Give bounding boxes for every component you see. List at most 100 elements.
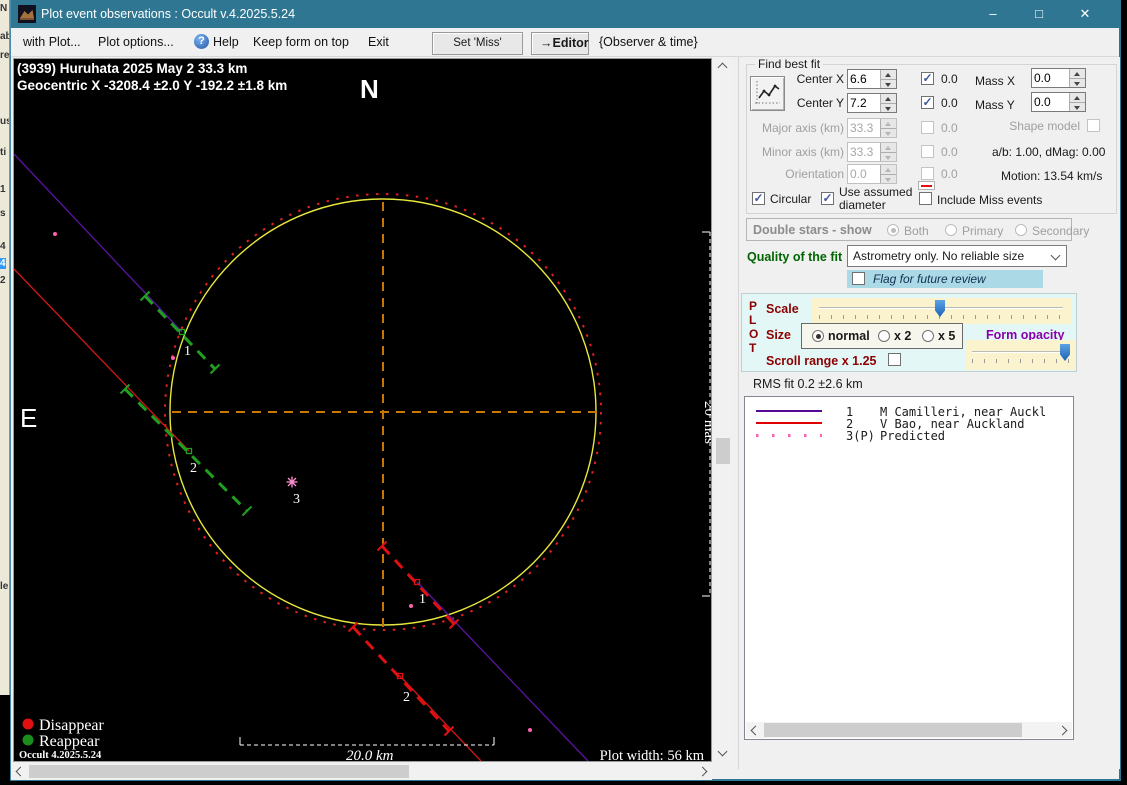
form-opacity-slider[interactable]: [966, 340, 1076, 370]
major-axis-spinner: [847, 118, 897, 138]
list-horizontal-scrollbar[interactable]: [746, 722, 1072, 738]
size-x2-label: x 2: [894, 329, 912, 343]
orientation-zero-checkbox: [921, 167, 934, 180]
rms-label: RMS fit 0.2 ±2.6 km: [753, 377, 863, 391]
use-assumed-diameter-checkbox[interactable]: ✓: [821, 192, 834, 205]
maximize-button[interactable]: □: [1016, 0, 1062, 28]
plot-horizontal-scrollbar[interactable]: [11, 763, 712, 780]
major-axis-label: Major axis (km): [761, 121, 844, 135]
observer-number: 3(P): [846, 429, 875, 443]
watermark: Occult 4.2025.5.24: [19, 750, 102, 761]
double-primary-label: Primary: [962, 224, 1004, 238]
bg-fragment: re: [0, 50, 10, 61]
include-miss-events-checkbox[interactable]: [919, 192, 932, 205]
double-stars-title: Double stars - show: [753, 223, 872, 237]
center-x-zero-checkbox[interactable]: ✓: [921, 72, 934, 85]
quality-label: Quality of the fit: [747, 250, 843, 264]
scroll-right-icon[interactable]: [1057, 725, 1068, 736]
scroll-left-icon[interactable]: [750, 725, 761, 736]
bg-fragment: ab: [0, 31, 9, 42]
menu-exit[interactable]: Exit: [368, 35, 389, 49]
reappear-segment-1: [139, 290, 221, 375]
spin-up-icon[interactable]: [881, 94, 896, 103]
size-x2-radio[interactable]: [878, 330, 890, 342]
menu-bar: with Plot... Plot options... ? Help Keep…: [11, 28, 1119, 70]
close-button[interactable]: ✕: [1062, 0, 1108, 28]
chord2-track-in: [13, 268, 190, 452]
double-secondary-radio: [1015, 224, 1027, 236]
help-icon[interactable]: ?: [194, 34, 209, 49]
chord1-track-in: [13, 153, 183, 333]
size-x5-label: x 5: [938, 329, 956, 343]
menu-with-plot[interactable]: with Plot...: [23, 35, 81, 49]
flag-review-checkbox[interactable]: [852, 272, 865, 285]
scale-slider[interactable]: [811, 298, 1071, 324]
menu-help[interactable]: Help: [213, 35, 239, 49]
double-stars-group: Double stars - show Both Primary Seconda…: [746, 218, 1089, 241]
bg-fragment: us: [0, 116, 9, 127]
center-x-spinner[interactable]: [847, 69, 897, 89]
spin-down-icon[interactable]: [881, 79, 896, 88]
editor-button[interactable]: →Editor: [531, 32, 589, 55]
mass-y-spinner[interactable]: [1031, 92, 1086, 112]
minor-axis-spinner: [847, 142, 897, 162]
circular-checkbox[interactable]: ✓: [752, 192, 765, 205]
use-assumed-label-2: diameter: [839, 198, 886, 212]
flag-review-label: Flag for future review: [873, 272, 986, 286]
plot-vertical-scrollbar[interactable]: [714, 58, 732, 762]
set-miss-times-button[interactable]: Set 'Miss' Times: [432, 32, 523, 70]
center-y-input[interactable]: [850, 94, 878, 112]
title-bar[interactable]: Plot event observations : Occult v.4.202…: [11, 0, 1119, 28]
use-assumed-label-1: Use assumed: [839, 185, 913, 199]
plot-width-label: Plot width: 56 km: [600, 748, 705, 761]
scroll-left-icon[interactable]: [15, 766, 26, 777]
background-window-sliver: N ab re us ti 1 s 4 4 2 le: [0, 0, 10, 695]
observer-list[interactable]: 1 M Camilleri, near Auckl 2 V Bao, near …: [744, 396, 1074, 740]
scroll-range-checkbox[interactable]: [888, 353, 901, 366]
scroll-right-icon[interactable]: [697, 766, 708, 777]
quality-combobox[interactable]: Astrometry only. No reliable size: [847, 245, 1067, 267]
observer2-line-swatch: [756, 422, 822, 424]
occultation-plot: 1 2 1 2 3 (3939) Huruhata 2025 May 2 33.…: [13, 61, 717, 764]
disappear-segment-2: [347, 621, 455, 737]
shape-model-label: Shape model: [1009, 119, 1080, 133]
mass-x-spinner[interactable]: [1031, 68, 1086, 88]
center-y-label: Center Y: [796, 96, 844, 110]
list-item[interactable]: 3(P) Predicted: [745, 429, 1073, 443]
scroll-up-icon[interactable]: [717, 62, 728, 73]
reappear-legend-dot: [22, 734, 34, 746]
center-y-spinner[interactable]: [847, 93, 897, 113]
control-panel: Find best fit Center X ✓ 0.0 Mass X Cent…: [738, 57, 1120, 769]
spin-down-icon[interactable]: [1070, 102, 1085, 111]
bg-fragment: 4: [0, 241, 6, 252]
size-normal-radio[interactable]: [812, 330, 824, 342]
list-scroll-thumb[interactable]: [764, 723, 1022, 737]
scale-bar: [239, 737, 495, 746]
major-axis-zero-checkbox: [921, 121, 934, 134]
scale-label: Scale: [766, 302, 799, 316]
menu-keep-on-top[interactable]: Keep form on top: [253, 35, 349, 49]
spin-up-icon[interactable]: [1070, 93, 1085, 102]
scroll-down-icon[interactable]: [717, 746, 728, 757]
minimize-button[interactable]: –: [970, 0, 1016, 28]
occult-plot-window: Plot event observations : Occult v.4.202…: [10, 0, 1121, 781]
vertical-scroll-thumb[interactable]: [716, 438, 730, 464]
spin-down-icon[interactable]: [1070, 78, 1085, 87]
center-y-zero-checkbox[interactable]: ✓: [921, 96, 934, 109]
menu-plot-options[interactable]: Plot options...: [98, 35, 174, 49]
size-x5-radio[interactable]: [922, 330, 934, 342]
bg-fragment: 1: [0, 184, 6, 195]
center-x-input[interactable]: [850, 70, 878, 88]
mass-y-input[interactable]: [1034, 93, 1067, 111]
horizontal-scroll-thumb[interactable]: [29, 765, 409, 778]
plot-area[interactable]: 1 2 1 2 3 (3939) Huruhata 2025 May 2 33.…: [13, 58, 717, 764]
flag-review-area: Flag for future review: [847, 270, 1043, 288]
mas-label: 20 mas: [701, 401, 711, 444]
plot-title-line2: Geocentric X -3208.4 ±2.0 Y -192.2 ±1.8 …: [17, 78, 287, 93]
spin-up-icon[interactable]: [881, 70, 896, 79]
spin-down-icon[interactable]: [881, 103, 896, 112]
spin-up-icon[interactable]: [1070, 69, 1085, 78]
mass-x-input[interactable]: [1034, 69, 1067, 87]
plot-letter-t: T: [749, 341, 757, 355]
major-axis-input: [850, 119, 878, 137]
